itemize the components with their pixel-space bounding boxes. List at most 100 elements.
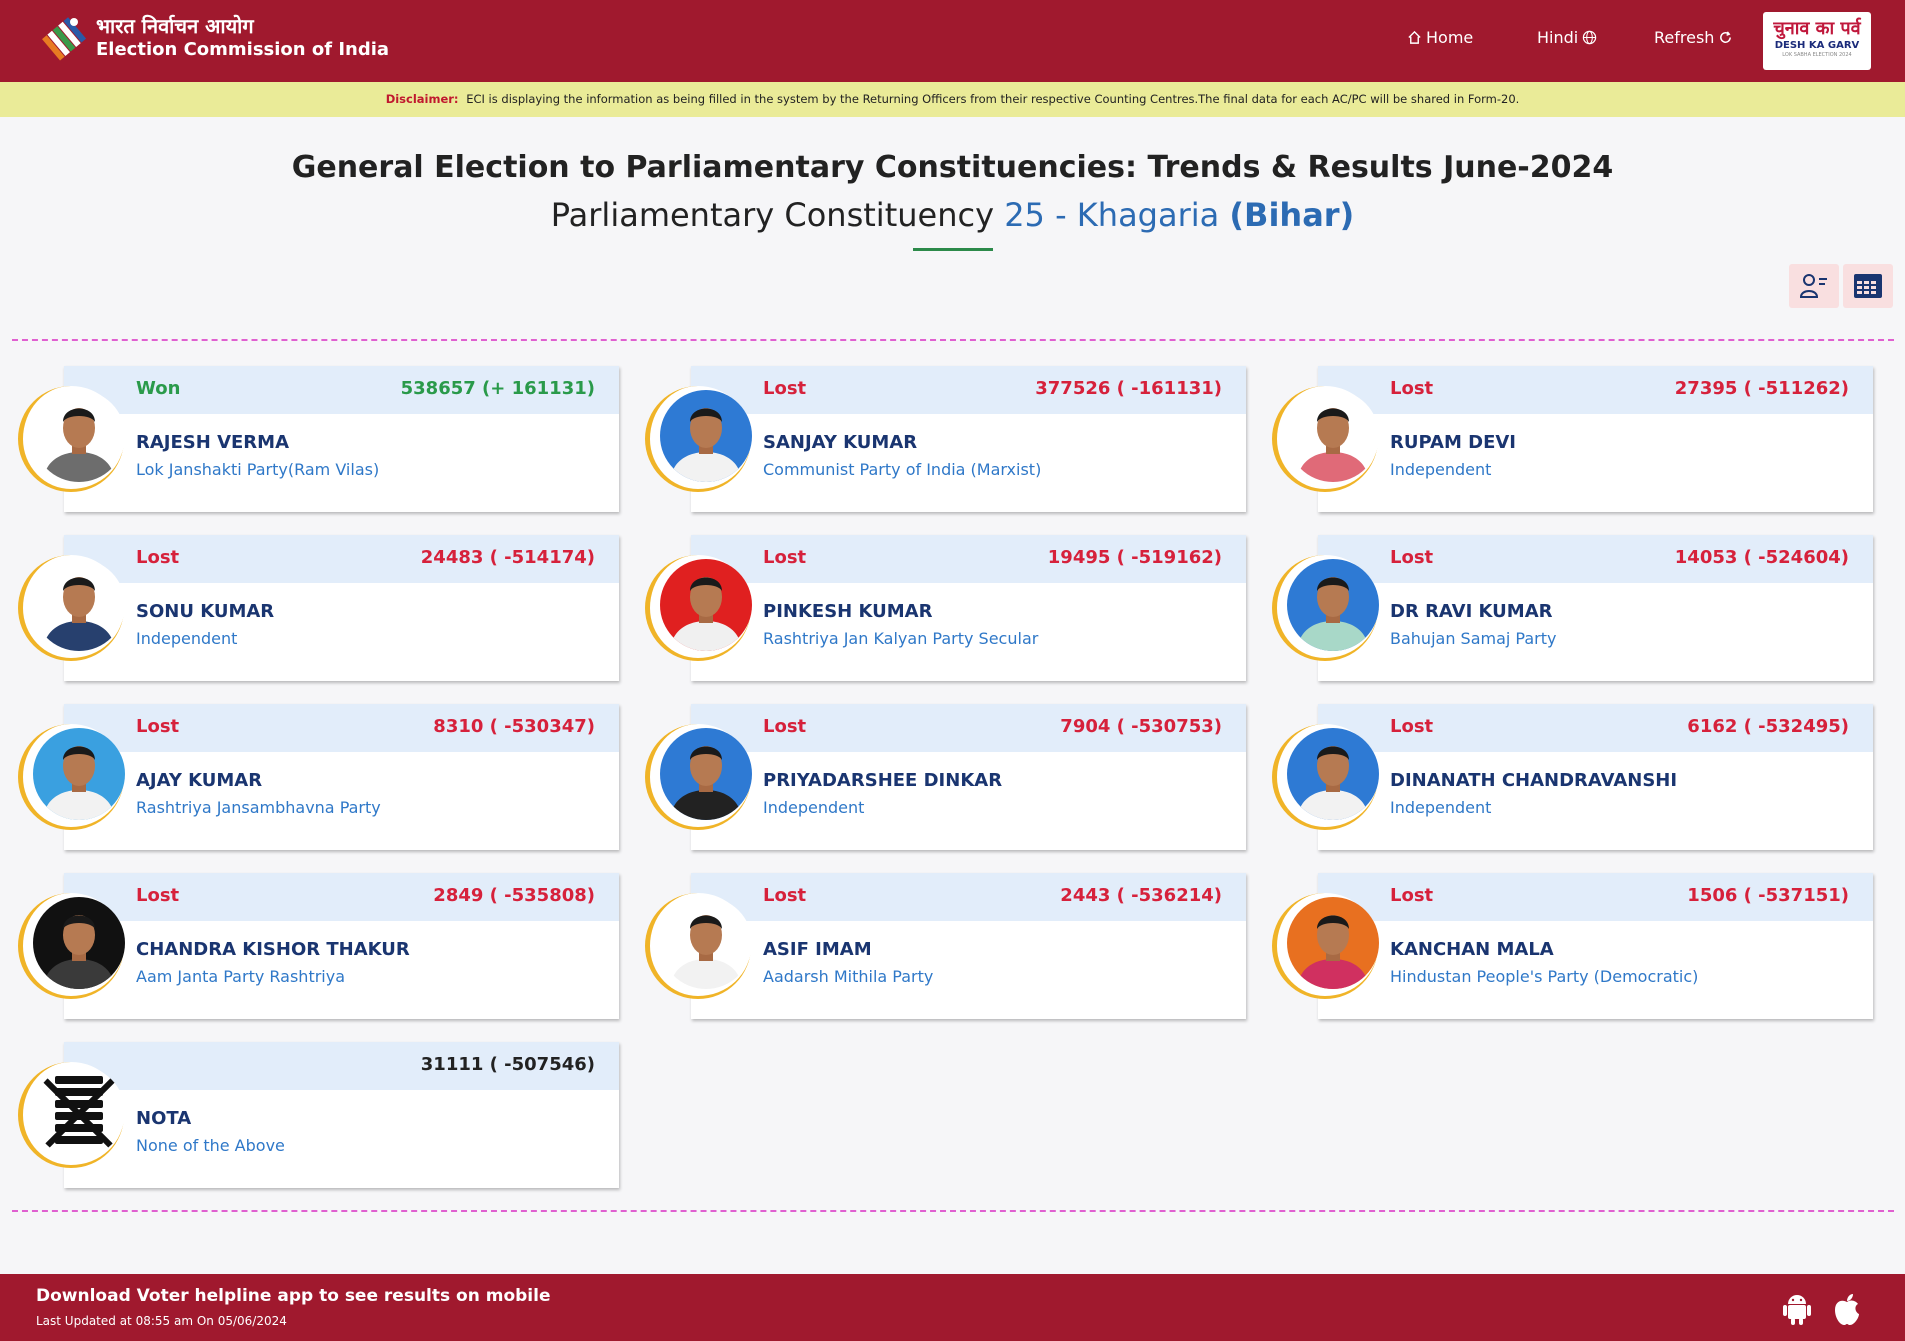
candidate-votes: 377526 ( -161131) bbox=[1035, 378, 1222, 399]
footer-download-text: Download Voter helpline app to see resul… bbox=[36, 1286, 551, 1306]
home-icon bbox=[1408, 30, 1421, 44]
candidate-card[interactable]: Lost 2443 ( -536214) ASIF IMAM Aadarsh Mith… bbox=[645, 873, 1246, 1019]
header-bar: भारत निर्वाचन आयोग Election Commission o… bbox=[0, 0, 1905, 82]
nota-card-header: 31111 ( -507546) bbox=[64, 1042, 619, 1090]
avatar-icon bbox=[1287, 390, 1379, 482]
candidate-status: Lost bbox=[1390, 885, 1434, 906]
candidate-party: Independent bbox=[1390, 798, 1492, 817]
candidate-name: KANCHAN MALA bbox=[1390, 939, 1554, 960]
desh-logo-hindi: चुनाव का पर्व bbox=[1773, 18, 1861, 39]
android-icon[interactable] bbox=[1782, 1292, 1812, 1326]
candidate-card-header: Lost 8310 ( -530347) bbox=[64, 704, 619, 752]
candidate-votes: 14053 ( -524604) bbox=[1674, 547, 1849, 568]
candidate-card[interactable]: Lost 2849 ( -535808) CHANDRA KISHOR THAKUR… bbox=[18, 873, 619, 1019]
candidate-party: Hindustan People's Party (Democratic) bbox=[1390, 967, 1699, 986]
candidate-votes: 6162 ( -532495) bbox=[1687, 716, 1849, 737]
candidate-card-box: Lost 2443 ( -536214) ASIF IMAM Aadarsh Mith… bbox=[691, 873, 1246, 1019]
avatar-icon bbox=[1287, 728, 1379, 820]
candidate-card-box: Lost 24483 ( -514174) SONU KUMAR Independen… bbox=[64, 535, 619, 681]
candidate-photo-ring bbox=[645, 893, 752, 999]
footer-bar: Download Voter helpline app to see resul… bbox=[0, 1274, 1905, 1341]
candidate-name: DR RAVI KUMAR bbox=[1390, 601, 1553, 622]
avatar-icon bbox=[1287, 897, 1379, 989]
candidate-card[interactable]: Lost 1506 ( -537151) KANCHAN MALA Hindustan… bbox=[1272, 873, 1873, 1019]
candidate-card[interactable]: Lost 14053 ( -524604) DR RAVI KUMAR Bahujan… bbox=[1272, 535, 1873, 681]
candidate-card[interactable]: Lost 24483 ( -514174) SONU KUMAR Independen… bbox=[18, 535, 619, 681]
candidate-votes: 1506 ( -537151) bbox=[1687, 885, 1849, 906]
user-list-icon bbox=[1799, 274, 1827, 298]
candidate-card-box: Lost 2849 ( -535808) CHANDRA KISHOR THAKUR… bbox=[64, 873, 619, 1019]
candidate-name: RUPAM DEVI bbox=[1390, 432, 1516, 453]
candidate-party: Aadarsh Mithila Party bbox=[763, 967, 934, 986]
candidate-name: ASIF IMAM bbox=[763, 939, 872, 960]
refresh-icon bbox=[1720, 31, 1732, 43]
candidate-votes: 27395 ( -511262) bbox=[1674, 378, 1849, 399]
brand[interactable]: भारत निर्वाचन आयोग Election Commission o… bbox=[36, 12, 389, 64]
candidate-votes: 24483 ( -514174) bbox=[420, 547, 595, 568]
constituency-title: Parliamentary Constituency 25 - Khagaria… bbox=[0, 196, 1905, 234]
candidate-status: Lost bbox=[763, 885, 807, 906]
nota-card[interactable]: 31111 ( -507546) NOTA None of the Above bbox=[18, 1042, 619, 1188]
candidate-photo bbox=[33, 728, 125, 820]
candidate-status: Lost bbox=[136, 547, 180, 568]
avatar-icon bbox=[33, 390, 125, 482]
candidate-card-header: Lost 27395 ( -511262) bbox=[1318, 366, 1873, 414]
candidate-status: Lost bbox=[1390, 547, 1434, 568]
candidate-photo-ring bbox=[1272, 724, 1379, 830]
candidate-card-header: Lost 2849 ( -535808) bbox=[64, 873, 619, 921]
app-store-icons bbox=[1782, 1292, 1862, 1326]
candidate-photo bbox=[1287, 897, 1379, 989]
candidate-card[interactable]: Lost 7904 ( -530753) PRIYADARSHEE DINKAR In… bbox=[645, 704, 1246, 850]
candidate-name: PINKESH KUMAR bbox=[763, 601, 933, 622]
candidate-photo bbox=[33, 897, 125, 989]
disclaimer-banner: Disclaimer: ECI is displaying the inform… bbox=[0, 82, 1905, 117]
candidate-photo bbox=[33, 559, 125, 651]
table-view-button[interactable] bbox=[1843, 264, 1893, 308]
candidate-votes: 2849 ( -535808) bbox=[433, 885, 595, 906]
nota-icon bbox=[33, 1066, 125, 1158]
nota-description: None of the Above bbox=[136, 1136, 285, 1155]
avatar-icon bbox=[33, 897, 125, 989]
candidate-photo bbox=[660, 728, 752, 820]
candidate-card-header: Won 538657 (+ 161131) bbox=[64, 366, 619, 414]
candidate-card-box: Lost 7904 ( -530753) PRIYADARSHEE DINKAR In… bbox=[691, 704, 1246, 850]
nav-home-label: Home bbox=[1426, 28, 1474, 47]
candidate-card-box: Lost 377526 ( -161131) SANJAY KUMAR Communi… bbox=[691, 366, 1246, 512]
avatar-icon bbox=[33, 559, 125, 651]
nota-name: NOTA bbox=[136, 1108, 192, 1129]
candidate-name: SONU KUMAR bbox=[136, 601, 275, 622]
candidate-photo bbox=[1287, 390, 1379, 482]
candidate-photo-ring bbox=[645, 724, 752, 830]
candidate-card[interactable]: Lost 6162 ( -532495) DINANATH CHANDRAVANSH… bbox=[1272, 704, 1873, 850]
candidate-card-box: Won 538657 (+ 161131) RAJESH VERMA Lok Jans… bbox=[64, 366, 619, 512]
candidate-name: AJAY KUMAR bbox=[136, 770, 263, 791]
nav-hindi[interactable]: Hindi bbox=[1537, 28, 1597, 47]
eci-logo-icon bbox=[42, 17, 87, 61]
candidate-status: Lost bbox=[1390, 378, 1434, 399]
candidate-votes: 8310 ( -530347) bbox=[433, 716, 595, 737]
list-view-button[interactable] bbox=[1789, 264, 1839, 308]
candidate-card[interactable]: Lost 377526 ( -161131) SANJAY KUMAR Communi… bbox=[645, 366, 1246, 512]
candidate-name: DINANATH CHANDRAVANSHI bbox=[1390, 770, 1678, 791]
candidate-card[interactable]: Lost 8310 ( -530347) AJAY KUMAR Rashtriya J… bbox=[18, 704, 619, 850]
candidate-party: Lok Janshakti Party(Ram Vilas) bbox=[136, 460, 380, 479]
candidate-card-box: Lost 27395 ( -511262) RUPAM DEVI Independen… bbox=[1318, 366, 1873, 512]
nota-photo-ring bbox=[18, 1062, 125, 1168]
candidate-card[interactable]: Won 538657 (+ 161131) RAJESH VERMA Lok Jans… bbox=[18, 366, 619, 512]
candidate-status: Won bbox=[136, 378, 181, 399]
last-updated: Last Updated at 08:55 am On 05/06/2024 bbox=[36, 1314, 287, 1328]
candidate-card-header: Lost 1506 ( -537151) bbox=[1318, 873, 1873, 921]
page-title: General Election to Parliamentary Consti… bbox=[291, 150, 1614, 185]
candidate-status: Lost bbox=[1390, 716, 1434, 737]
desh-logo-english: DESH KA GARV bbox=[1774, 40, 1860, 51]
nav-home[interactable]: Home bbox=[1407, 28, 1473, 47]
candidate-card-box: Lost 1506 ( -537151) KANCHAN MALA Hindustan… bbox=[1318, 873, 1873, 1019]
candidate-card-header: Lost 19495 ( -519162) bbox=[691, 535, 1246, 583]
candidate-card[interactable]: Lost 19495 ( -519162) PINKESH KUMAR Rashtri… bbox=[645, 535, 1246, 681]
nota-votes: 31111 ( -507546) bbox=[420, 1054, 595, 1075]
candidate-card[interactable]: Lost 27395 ( -511262) RUPAM DEVI Independen… bbox=[1272, 366, 1873, 512]
candidate-photo bbox=[1287, 728, 1379, 820]
candidate-status: Lost bbox=[136, 716, 180, 737]
nav-refresh[interactable]: Refresh bbox=[1654, 28, 1733, 47]
apple-icon[interactable] bbox=[1832, 1292, 1862, 1326]
